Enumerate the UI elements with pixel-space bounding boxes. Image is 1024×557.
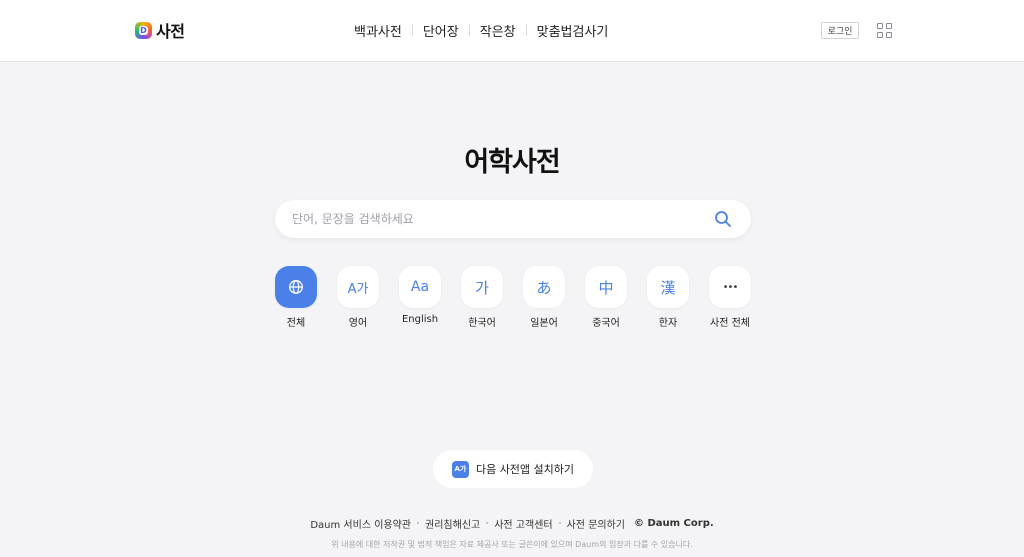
nav-wordbook[interactable]: 단어장 <box>423 21 459 40</box>
more-icon: ••• <box>709 266 751 308</box>
daum-dictionary-logo[interactable]: D 사전 <box>135 20 185 41</box>
category-label: 중국어 <box>592 318 620 329</box>
category-label: 한국어 <box>468 318 496 329</box>
page-title: 어학사전 <box>464 147 560 178</box>
category-all-dictionaries[interactable]: ••• 사전 전체 <box>705 266 755 329</box>
search-input[interactable] <box>292 200 702 238</box>
category-all[interactable]: 전체 <box>271 266 321 329</box>
category-label: English <box>401 314 439 325</box>
category-label: 영어 <box>348 318 368 329</box>
korean-icon: 가 <box>461 266 503 308</box>
login-button[interactable]: 로그인 <box>821 22 859 39</box>
install-app-label: 다음 사전앱 설치하기 <box>475 463 575 476</box>
english-icon: Aa <box>399 266 441 308</box>
footer-divider <box>417 522 420 524</box>
footer-disclaimer: 위 내용에 대한 저작권 및 법적 책임은 자료 제공사 또는 글쓴이에 있으며… <box>331 540 693 549</box>
logo-text: 사전 <box>156 22 185 41</box>
daum-logo-icon: D <box>135 21 152 39</box>
footer-customer-center-link[interactable]: 사전 고객센터 <box>494 516 552 531</box>
top-nav: 백과사전 단어장 작은창 맞춤법검사기 <box>354 21 609 40</box>
category-label: 전체 <box>286 318 306 329</box>
category-english[interactable]: Aa English <box>395 266 445 325</box>
top-header: D 사전 백과사전 단어장 작은창 맞춤법검사기 로그인 <box>0 0 1024 62</box>
nav-divider <box>525 24 527 36</box>
grid-icon[interactable] <box>877 23 892 38</box>
chinese-icon: 中 <box>585 266 627 308</box>
globe-icon <box>275 266 317 308</box>
nav-divider <box>468 24 470 36</box>
category-japanese[interactable]: あ 일본어 <box>519 266 569 329</box>
category-hanja[interactable]: 漢 한자 <box>643 266 693 329</box>
hanja-icon: 漢 <box>647 266 689 308</box>
footer-divider <box>558 522 561 524</box>
footer-terms-link[interactable]: Daum 서비스 이용약관 <box>310 516 411 531</box>
nav-spell-checker[interactable]: 맞춤법검사기 <box>537 21 609 40</box>
footer-inquiry-link[interactable]: 사전 문의하기 <box>567 516 625 531</box>
footer-divider <box>486 522 489 524</box>
category-chinese[interactable]: 中 중국어 <box>581 266 631 329</box>
dictionary-categories: 전체 A가 영어 Aa English 가 한국어 あ 일본어 中 중국어 漢 <box>275 266 755 336</box>
category-label: 일본어 <box>530 318 558 329</box>
category-label: 한자 <box>658 318 678 329</box>
footer-links: Daum 서비스 이용약관 권리침해신고 사전 고객센터 사전 문의하기 © D… <box>0 516 1024 531</box>
category-english-korean[interactable]: A가 영어 <box>333 266 383 329</box>
category-korean[interactable]: 가 한국어 <box>457 266 507 329</box>
category-label: 사전 전체 <box>710 318 750 329</box>
dictionary-app-icon: A가 <box>451 460 469 478</box>
nav-divider <box>411 24 413 36</box>
footer-rights-report-link[interactable]: 권리침해신고 <box>425 516 480 531</box>
nav-mini-window[interactable]: 작은창 <box>480 21 516 40</box>
footer-copyright: © Daum Corp. <box>634 517 714 529</box>
search-box <box>275 200 751 238</box>
install-app-button[interactable]: A가 다음 사전앱 설치하기 <box>433 450 593 488</box>
search-icon[interactable] <box>714 210 732 228</box>
nav-encyclopedia[interactable]: 백과사전 <box>354 21 402 40</box>
japanese-icon: あ <box>523 266 565 308</box>
english-korean-icon: A가 <box>337 266 379 308</box>
